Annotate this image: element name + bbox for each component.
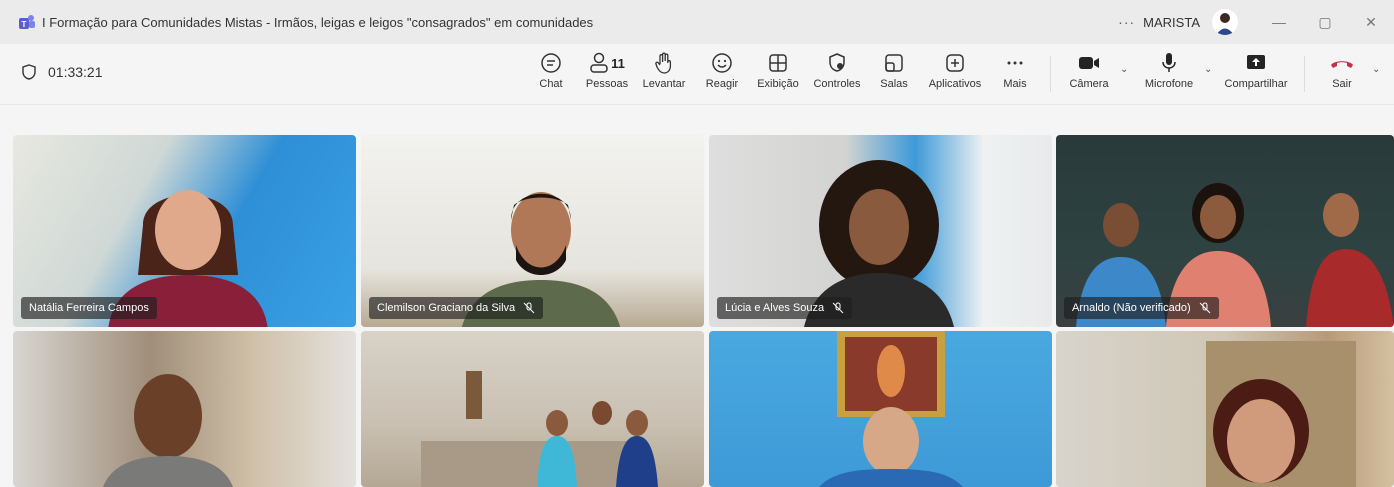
participant-video — [1206, 341, 1356, 487]
user-avatar-icon — [1216, 13, 1234, 35]
hand-icon — [655, 52, 672, 74]
mic-label: Microfone — [1144, 78, 1194, 90]
react-label: Reagir — [705, 78, 739, 90]
grid-view-icon — [769, 54, 787, 72]
minimize-button[interactable]: — — [1256, 0, 1302, 44]
participant-video — [421, 371, 658, 487]
camera-options-chevron-icon[interactable]: ⌄ — [1120, 64, 1128, 75]
shield-icon — [22, 64, 36, 80]
mic-options-chevron-icon[interactable]: ⌄ — [1204, 64, 1212, 75]
camera-label: Câmera — [1069, 78, 1109, 90]
teams-icon: T — [19, 15, 35, 29]
participant-name: Lúcia e Alves Souza — [725, 302, 825, 314]
apps-label: Aplicativos — [928, 78, 982, 90]
participant-name: Clemilson Graciano da Silva — [377, 302, 516, 314]
restore-button[interactable]: ▢ — [1302, 0, 1348, 44]
leave-label: Sair — [1332, 78, 1352, 90]
video-tile[interactable]: Lúcia e Alves Souza — [709, 135, 1052, 327]
toolbar-divider — [1050, 56, 1051, 92]
more-button[interactable]: Mais — [1000, 50, 1030, 98]
shield-settings-icon — [829, 53, 845, 72]
people-button[interactable]: 11 Pessoas — [585, 50, 629, 98]
chat-label: Chat — [539, 78, 563, 90]
rooms-button[interactable]: Salas — [877, 50, 911, 98]
rooms-icon — [885, 54, 903, 72]
video-tile[interactable]: Arnaldo (Não verificado) — [1056, 135, 1394, 327]
toolbar-divider — [1304, 56, 1305, 92]
add-app-icon — [946, 54, 964, 72]
muted-mic-icon — [523, 302, 535, 314]
close-button[interactable]: ✕ — [1348, 0, 1394, 44]
video-tile[interactable] — [709, 331, 1052, 487]
view-label: Exibição — [757, 78, 799, 90]
more-icon — [1007, 61, 1023, 65]
participant-name: Arnaldo (Não verificado) — [1072, 302, 1191, 314]
view-button[interactable]: Exibição — [754, 50, 802, 98]
people-count: 11 — [611, 55, 625, 71]
apps-button[interactable]: Aplicativos — [925, 50, 985, 98]
participant-video — [103, 374, 233, 487]
more-label: Mais — [1003, 78, 1027, 90]
video-tile[interactable] — [361, 331, 704, 487]
chat-icon — [541, 53, 561, 73]
title-bar: T I Formação para Comunidades Mistas - I… — [0, 0, 1394, 44]
more-options-button[interactable]: ··· — [1118, 14, 1135, 30]
camera-icon — [1079, 57, 1099, 69]
participant-nameplate: Clemilson Graciano da Silva — [369, 297, 544, 319]
leave-options-chevron-icon[interactable]: ⌄ — [1372, 64, 1380, 75]
microphone-button[interactable]: Microfone — [1140, 50, 1198, 98]
meeting-timer: 01:33:21 — [22, 64, 103, 80]
share-label: Compartilhar — [1224, 78, 1288, 90]
share-button[interactable]: Compartilhar — [1222, 50, 1290, 98]
microphone-icon — [1162, 53, 1176, 72]
people-icon — [590, 52, 608, 73]
timer-text: 01:33:21 — [48, 64, 103, 80]
chat-button[interactable]: Chat — [534, 50, 568, 98]
muted-mic-icon — [1199, 302, 1210, 314]
share-screen-icon — [1247, 55, 1265, 69]
participant-nameplate: Lúcia e Alves Souza — [717, 297, 853, 319]
camera-button[interactable]: Câmera — [1068, 50, 1110, 98]
react-button[interactable]: Reagir — [703, 50, 741, 98]
participant-video — [819, 331, 963, 487]
avatar[interactable] — [1212, 9, 1238, 35]
svg-text:T: T — [22, 20, 27, 29]
controls-button[interactable]: Controles — [811, 50, 863, 98]
video-tile[interactable]: Natália Ferreira Campos — [13, 135, 356, 327]
participant-name: Natália Ferreira Campos — [29, 302, 149, 314]
video-tile[interactable]: Clemilson Graciano da Silva — [361, 135, 704, 327]
hang-up-icon — [1331, 61, 1353, 68]
video-tile[interactable] — [1056, 331, 1394, 487]
smile-icon — [712, 53, 732, 73]
rooms-label: Salas — [880, 78, 908, 90]
video-tile[interactable] — [13, 331, 356, 487]
participant-nameplate: Arnaldo (Não verificado) — [1064, 297, 1219, 319]
leave-button[interactable]: Sair — [1324, 50, 1360, 98]
people-label: Pessoas — [585, 78, 629, 90]
meeting-toolbar: 01:33:21 Chat 11 Pessoas Levantar Reagir… — [0, 44, 1394, 105]
org-label[interactable]: MARISTA — [1143, 15, 1200, 30]
raise-label: Levantar — [642, 78, 686, 90]
muted-mic-icon — [832, 302, 844, 314]
controls-label: Controles — [813, 78, 861, 90]
raise-hand-button[interactable]: Levantar — [641, 50, 687, 98]
participant-nameplate: Natália Ferreira Campos — [21, 297, 157, 319]
window-title: I Formação para Comunidades Mistas - Irm… — [42, 14, 594, 30]
